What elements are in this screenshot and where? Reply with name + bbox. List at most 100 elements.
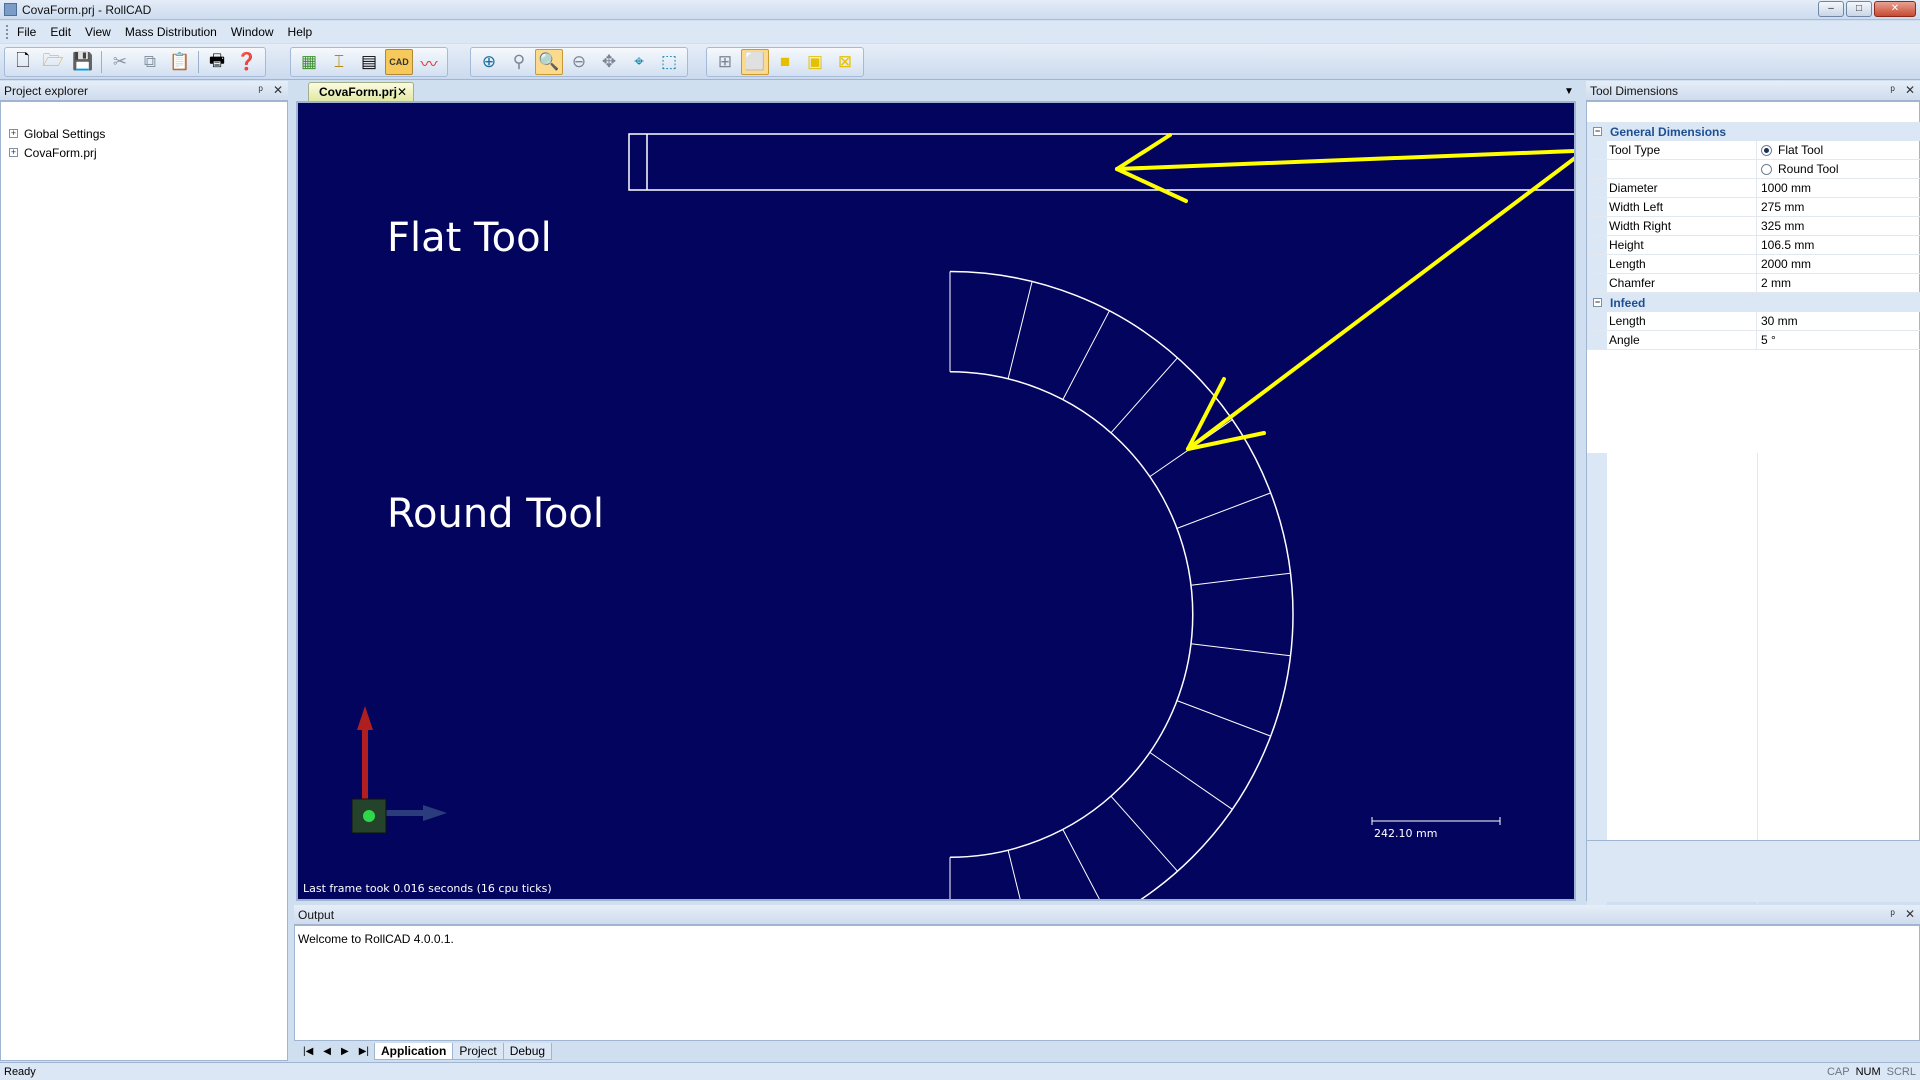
- category-general-dimensions[interactable]: − General Dimensions: [1587, 122, 1920, 141]
- project-explorer: + Global Settings + CovaForm.prj: [0, 101, 288, 1061]
- property-value[interactable]: 106.5 mm: [1757, 236, 1920, 254]
- first-tab-icon[interactable]: |◀: [303, 1046, 313, 1057]
- menu-edit[interactable]: Edit: [50, 25, 71, 39]
- segment-line: [1062, 310, 1110, 400]
- cut-icon[interactable]: ✂: [106, 49, 134, 75]
- status-bar: Ready CAP NUM SCRL: [0, 1062, 1920, 1080]
- view-solid-icon[interactable]: ■: [771, 49, 799, 75]
- zoom-pan-icon[interactable]: ⚲: [505, 49, 533, 75]
- property-value[interactable]: 30 mm: [1757, 312, 1920, 330]
- minimize-button[interactable]: –: [1818, 1, 1844, 17]
- copy-icon[interactable]: ⧉: [136, 49, 164, 75]
- expand-icon[interactable]: +: [9, 129, 18, 138]
- tab-application[interactable]: Application: [374, 1042, 454, 1060]
- close-icon[interactable]: ✕: [1905, 907, 1915, 921]
- property-grid: − General Dimensions Tool Type Flat Tool…: [1587, 122, 1920, 350]
- pin-icon[interactable]: ᵖ: [1890, 907, 1895, 921]
- menu-mass-distribution[interactable]: Mass Distribution: [125, 25, 217, 39]
- tree-item-label: CovaForm.prj: [24, 145, 97, 160]
- view-front-icon[interactable]: ⊞: [711, 49, 739, 75]
- last-tab-icon[interactable]: ▶|: [359, 1046, 369, 1057]
- zoom-out-icon[interactable]: ⊖: [565, 49, 593, 75]
- property-width-right[interactable]: Width Right 325 mm: [1587, 217, 1920, 236]
- tool-dimensions-header: Tool Dimensions ᵖ ✕: [1586, 81, 1920, 101]
- close-button[interactable]: ✕: [1874, 1, 1916, 17]
- tool-dimensions-panel: − General Dimensions Tool Type Flat Tool…: [1586, 101, 1920, 941]
- segment-line: [1007, 281, 1033, 379]
- chart-icon[interactable]: 〰: [415, 49, 443, 75]
- close-icon[interactable]: ✕: [397, 85, 407, 99]
- property-length[interactable]: Length 2000 mm: [1587, 255, 1920, 274]
- radio-round-tool[interactable]: Round Tool: [1757, 160, 1920, 178]
- window-title: CovaForm.prj - RollCAD: [22, 3, 152, 17]
- view-iso-icon[interactable]: ▣: [801, 49, 829, 75]
- tab-covaform[interactable]: CovaForm.prj ✕: [308, 82, 414, 101]
- fit-icon[interactable]: ⌖: [625, 49, 653, 75]
- menu-file[interactable]: File: [17, 25, 36, 39]
- segment-line: [1062, 829, 1100, 899]
- table-icon[interactable]: ▤: [355, 49, 383, 75]
- output-tabs: |◀ ◀ ▶ ▶| Application Project Debug: [294, 1041, 1920, 1061]
- pin-icon[interactable]: ᵖ: [258, 83, 263, 97]
- tree-item-project[interactable]: + CovaForm.prj: [1, 143, 287, 162]
- tab-project[interactable]: Project: [452, 1042, 504, 1060]
- menu-view[interactable]: View: [85, 25, 111, 39]
- grid-tool-icon[interactable]: ▦: [295, 49, 323, 75]
- radio-checked-icon[interactable]: [1761, 144, 1772, 156]
- tab-debug[interactable]: Debug: [502, 1042, 553, 1060]
- pin-icon[interactable]: ᵖ: [1890, 83, 1895, 97]
- view-cross-icon[interactable]: ⊠: [831, 49, 859, 75]
- collapse-icon[interactable]: −: [1593, 298, 1602, 307]
- segment-line: [1110, 357, 1178, 434]
- measure-icon[interactable]: ⌶: [325, 49, 353, 75]
- scale-bar: 242.10 mm: [1371, 817, 1501, 840]
- round-tool-shape: [949, 270, 1294, 899]
- next-tab-icon[interactable]: ▶: [341, 1046, 349, 1057]
- prev-tab-icon[interactable]: ◀: [323, 1046, 331, 1057]
- menu-window[interactable]: Window: [231, 25, 274, 39]
- zoom-window-icon[interactable]: ⬚: [655, 49, 683, 75]
- output-text: Welcome to RollCAD 4.0.0.1.: [298, 932, 454, 946]
- close-icon[interactable]: ✕: [1905, 83, 1915, 97]
- tab-menu-icon[interactable]: ▼: [1564, 86, 1574, 97]
- property-value[interactable]: 2 mm: [1757, 274, 1920, 292]
- property-infeed-angle[interactable]: Angle 5 °: [1587, 331, 1920, 350]
- round-tool-segments: [949, 271, 1291, 899]
- collapse-icon[interactable]: −: [1593, 127, 1602, 136]
- zoom-extents-icon[interactable]: ⊕: [475, 49, 503, 75]
- property-infeed-length[interactable]: Length 30 mm: [1587, 312, 1920, 331]
- help-icon[interactable]: ❓: [233, 49, 261, 75]
- expand-icon[interactable]: +: [9, 148, 18, 157]
- open-folder-icon[interactable]: 🗁: [39, 49, 67, 75]
- flat-tool-label: Flat Tool: [387, 215, 552, 261]
- radio-unchecked-icon[interactable]: [1761, 163, 1772, 175]
- view-box-icon[interactable]: ⬜: [741, 49, 769, 75]
- property-height[interactable]: Height 106.5 mm: [1587, 236, 1920, 255]
- property-width-left[interactable]: Width Left 275 mm: [1587, 198, 1920, 217]
- save-icon[interactable]: 💾: [69, 49, 97, 75]
- flat-tool-shape: [628, 133, 1574, 191]
- property-value[interactable]: 2000 mm: [1757, 255, 1920, 273]
- paste-icon[interactable]: 📋: [166, 49, 194, 75]
- close-icon[interactable]: ✕: [273, 83, 283, 97]
- property-diameter[interactable]: Diameter 1000 mm: [1587, 179, 1920, 198]
- menu-help[interactable]: Help: [288, 25, 313, 39]
- property-value[interactable]: 1000 mm: [1757, 179, 1920, 197]
- tree-item-global-settings[interactable]: + Global Settings: [1, 124, 287, 143]
- property-value[interactable]: 325 mm: [1757, 217, 1920, 235]
- new-file-icon[interactable]: 🗋: [9, 49, 37, 75]
- menu-bar: File Edit View Mass Distribution Window …: [0, 21, 1920, 43]
- maximize-button[interactable]: □: [1846, 1, 1872, 17]
- category-infeed[interactable]: − Infeed: [1587, 293, 1920, 312]
- zoom-in-icon[interactable]: 🔍: [535, 49, 563, 75]
- property-value[interactable]: 275 mm: [1757, 198, 1920, 216]
- property-value[interactable]: 5 °: [1757, 331, 1920, 349]
- project-explorer-title: Project explorer: [4, 84, 89, 98]
- segment-line: [1149, 751, 1233, 810]
- cad-icon[interactable]: CAD: [385, 49, 413, 75]
- pan-icon[interactable]: ✥: [595, 49, 623, 75]
- print-icon[interactable]: 🖶: [203, 49, 231, 75]
- cad-viewport[interactable]: Flat Tool Round Tool 242.10 mm Last fram…: [296, 101, 1576, 901]
- property-chamfer[interactable]: Chamfer 2 mm: [1587, 274, 1920, 293]
- radio-flat-tool[interactable]: Flat Tool: [1757, 141, 1920, 159]
